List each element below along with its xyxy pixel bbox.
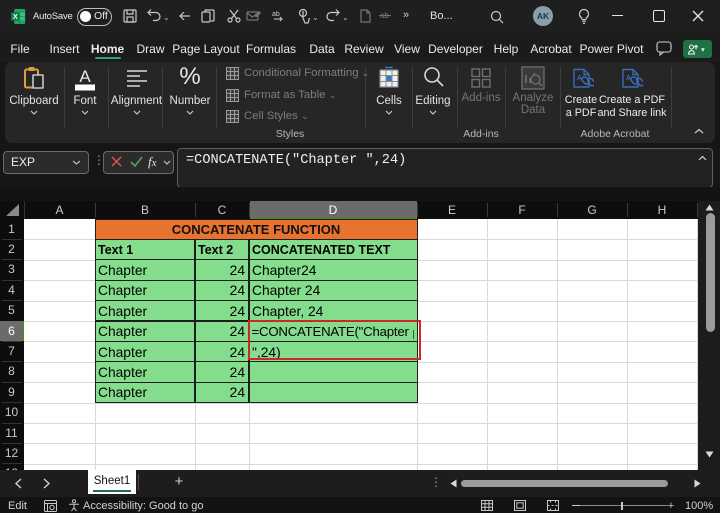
svg-text:A: A: [79, 67, 91, 86]
svg-text:X: X: [13, 12, 18, 21]
svg-text:ab: ab: [272, 11, 280, 18]
